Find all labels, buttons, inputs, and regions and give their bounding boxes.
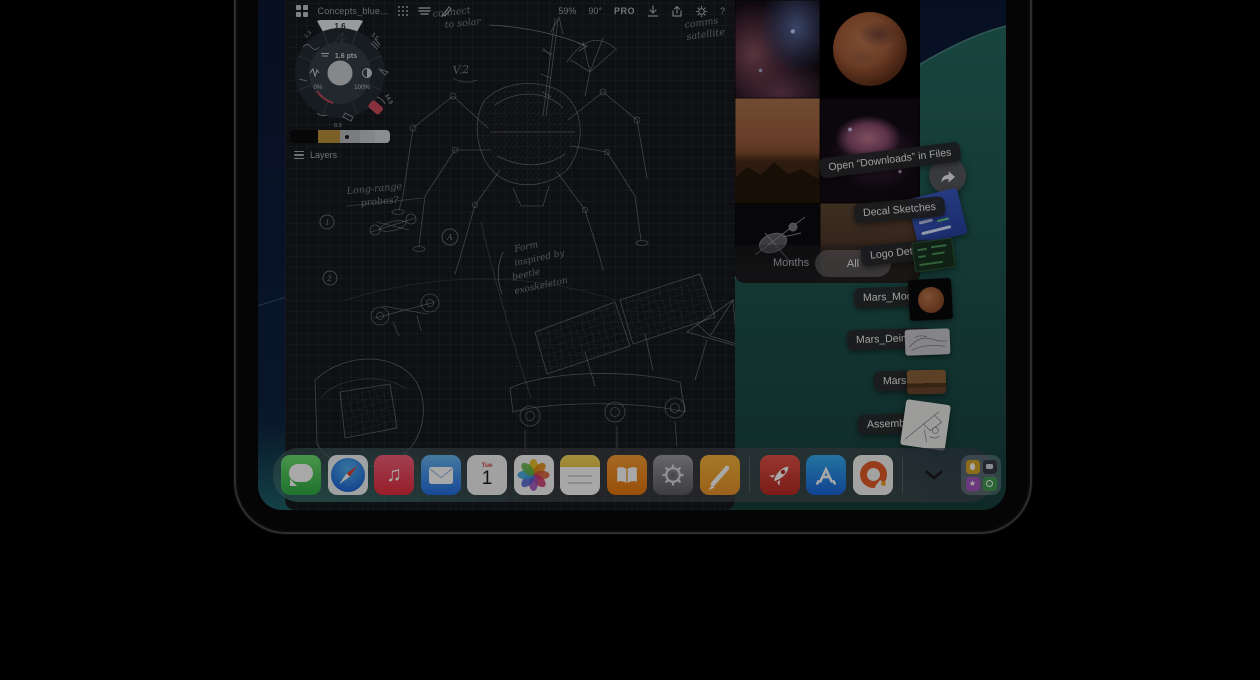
chevron-down-icon[interactable]	[917, 455, 951, 495]
star-mini-icon: ★	[966, 477, 980, 491]
notes-line	[568, 475, 592, 477]
envelope-glyph	[428, 466, 454, 485]
app-library-icon[interactable]: ★	[961, 455, 1001, 495]
messages-app-icon[interactable]	[281, 455, 321, 495]
settings-app-icon[interactable]	[653, 455, 693, 495]
notes-line	[568, 482, 592, 484]
open-book-glyph	[613, 462, 641, 488]
notes-header-band	[560, 455, 600, 467]
mail-app-icon[interactable]	[421, 455, 461, 495]
concepts-app-icon[interactable]	[853, 455, 893, 495]
photos-app-icon[interactable]	[514, 455, 554, 495]
safari-app-icon[interactable]	[328, 455, 368, 495]
share-forward-icon	[938, 167, 958, 185]
notes-app-icon[interactable]	[560, 455, 600, 495]
dock-separator	[749, 457, 750, 493]
pages-app-icon[interactable]	[700, 455, 740, 495]
gear-glyph	[658, 460, 688, 490]
pen-glyph	[700, 455, 740, 495]
app-store-app-icon[interactable]	[806, 455, 846, 495]
music-note-glyph: ♫	[386, 463, 402, 487]
calendar-app-icon[interactable]: Tue 1	[467, 455, 507, 495]
clock-mini-icon	[983, 477, 997, 491]
tips-mini-icon	[966, 460, 980, 474]
dock-separator	[902, 457, 903, 493]
drag-thumbnail-assembly[interactable]	[900, 399, 951, 451]
rocket-app-icon[interactable]	[760, 455, 800, 495]
drag-thumbnail-logo-detail[interactable]	[911, 237, 956, 272]
camera-mini-icon	[983, 460, 997, 474]
drag-thumbnail-mars-deimos[interactable]	[905, 328, 951, 356]
drag-thumbnail-mars[interactable]	[907, 370, 946, 395]
calendar-day: 1	[482, 469, 493, 489]
drag-thumbnail-mars-model[interactable]	[908, 278, 953, 321]
app-store-a-glyph	[810, 459, 842, 491]
music-app-icon[interactable]: ♫	[374, 455, 414, 495]
speech-bubble-glyph	[289, 464, 313, 482]
concepts-c-dot	[881, 481, 886, 486]
drag-and-drop-layer: Open “Downloads” in Files Decal Sketches…	[258, 0, 1006, 510]
dock: ♫ Tue 1	[273, 448, 995, 502]
ipad-screen: connect to solar comms satellite V.2 Lon…	[258, 0, 1006, 510]
books-app-icon[interactable]	[607, 455, 647, 495]
rocket-glyph	[763, 458, 797, 492]
